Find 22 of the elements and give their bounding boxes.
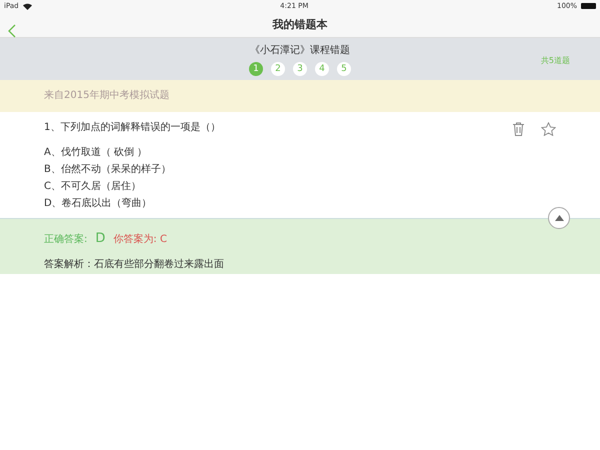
answer-option: A、伐竹取道（ 砍倒 ） — [44, 144, 556, 161]
answer-explanation: 答案解析：石底有些部分翻卷过来露出面 — [44, 258, 225, 272]
answer-option: D、卷石底以出（弯曲） — [44, 195, 556, 212]
wifi-icon — [22, 2, 32, 10]
question-text: 1、下列加点的词解释错误的一项是（） — [44, 121, 222, 135]
page-number-button[interactable]: 2 — [271, 62, 285, 76]
battery-icon — [581, 3, 596, 9]
correct-answer: D — [95, 230, 106, 248]
nav-title: 我的错题本 — [272, 18, 328, 31]
your-answer: 你答案为: C — [113, 232, 167, 247]
page-number-button[interactable]: 5 — [337, 62, 351, 76]
course-title: 《小石潭记》课程错题 — [249, 44, 351, 58]
source-label: 来自2015年期中考模拟试题 — [44, 90, 170, 101]
answer-option: C、不可久居（居住） — [44, 178, 556, 195]
answer-option: B、佁然不动（呆呆的样子） — [44, 161, 556, 178]
page-number-button[interactable]: 4 — [315, 62, 329, 76]
question-count: 共5道题 — [540, 55, 570, 67]
page-number-button[interactable]: 1 — [249, 62, 263, 76]
page-number-button[interactable]: 3 — [293, 62, 307, 76]
triangle-up-icon — [554, 215, 564, 221]
collapse-button[interactable] — [548, 207, 570, 229]
correct-answer-label: 正确答案: — [44, 232, 88, 247]
